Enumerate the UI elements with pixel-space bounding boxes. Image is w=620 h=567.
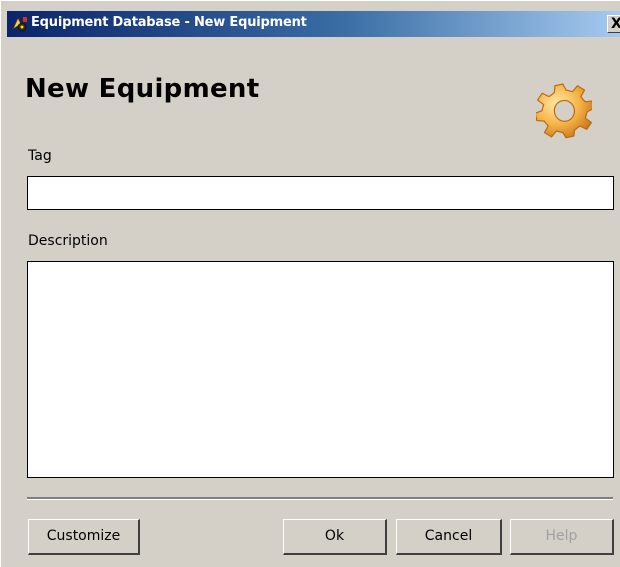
new-equipment-dialog: Equipment Database - New Equipment X New… [0,0,620,567]
title-bar[interactable]: Equipment Database - New Equipment X [7,11,620,37]
equipment-app-icon [12,17,27,32]
ok-button[interactable]: Ok [283,519,387,555]
page-title: New Equipment [25,74,260,104]
cancel-button[interactable]: Cancel [396,519,502,555]
customize-button[interactable]: Customize [28,519,140,555]
close-button[interactable]: X [607,15,620,33]
gear-icon [536,83,592,139]
tag-input[interactable] [27,176,614,210]
help-button: Help [510,519,614,555]
description-label: Description [28,233,108,249]
window-title: Equipment Database - New Equipment [31,15,307,30]
description-input[interactable] [27,261,614,478]
tag-label: Tag [28,148,52,164]
close-icon: X [611,16,620,32]
separator [27,497,613,500]
